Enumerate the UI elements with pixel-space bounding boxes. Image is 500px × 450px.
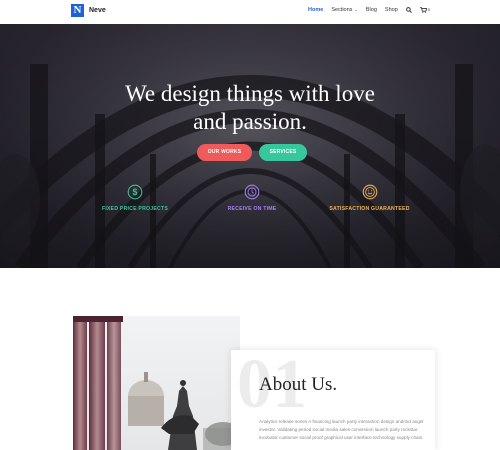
dollar-circle-icon: $: [127, 184, 143, 200]
smile-circle-icon: [362, 184, 377, 200]
site-logo[interactable]: N Neve: [71, 4, 106, 17]
logo-mark: N: [71, 4, 84, 17]
about-image: [73, 316, 240, 450]
site-header: N Neve Home Sections ⌄ Blog Shop 0: [0, 0, 500, 24]
svg-text:$: $: [132, 187, 137, 197]
about-title: About Us.: [259, 374, 338, 395]
nav-item-home[interactable]: Home: [308, 7, 323, 13]
feature-label: RECEIVE ON TIME: [227, 206, 277, 212]
nav-item-sections-label: Sections: [331, 7, 353, 13]
cart-button[interactable]: 0: [419, 7, 430, 13]
about-text: Analytics release series A financing lau…: [259, 419, 424, 440]
main-nav: Home Sections ⌄ Blog Shop 0: [308, 7, 430, 13]
services-button[interactable]: SERVICES: [259, 144, 307, 161]
feature-label: FIXED PRICE PROJECTS: [102, 206, 168, 212]
cart-icon: [419, 7, 427, 13]
about-card: 01 About Us. Analytics release series A …: [231, 350, 435, 450]
feature-satisfaction: SATISFACTION GUARANTEED: [322, 184, 417, 212]
nav-item-sections[interactable]: Sections ⌄: [331, 7, 358, 13]
logo-text: Neve: [89, 7, 106, 14]
hero-section: We design things with love and passion. …: [0, 24, 500, 268]
chevron-down-icon: ⌄: [353, 7, 358, 12]
hero-title: We design things with love and passion.: [0, 80, 500, 136]
feature-receive-on-time: RECEIVE ON TIME: [212, 184, 292, 212]
hero-title-line-2: and passion.: [193, 109, 307, 134]
nav-item-blog[interactable]: Blog: [366, 7, 377, 13]
search-icon[interactable]: [405, 7, 412, 13]
feature-label: SATISFACTION GUARANTEED: [329, 206, 410, 212]
hero-title-line-1: We design things with love: [125, 81, 375, 106]
feature-fixed-price: $ FIXED PRICE PROJECTS: [95, 184, 175, 212]
clock-circle-icon: [244, 184, 260, 200]
hero-background-image: [0, 24, 500, 268]
our-works-button[interactable]: OUR WORKS: [197, 144, 252, 161]
cart-count: 0: [427, 7, 430, 12]
nav-item-shop[interactable]: Shop: [385, 7, 398, 13]
